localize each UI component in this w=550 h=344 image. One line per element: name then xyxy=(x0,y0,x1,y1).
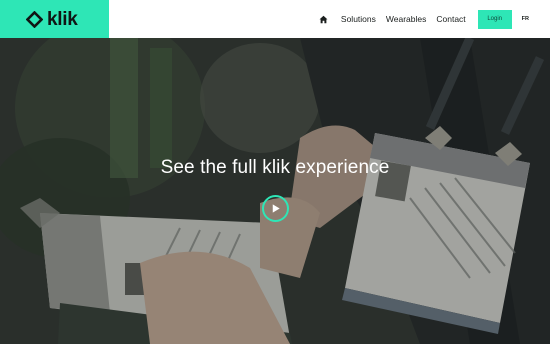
logo-link[interactable]: klik xyxy=(0,0,109,38)
hero-dim-overlay xyxy=(0,38,550,344)
home-icon[interactable] xyxy=(317,12,331,26)
nav-item-solutions[interactable]: Solutions xyxy=(341,14,376,24)
play-icon xyxy=(272,204,280,213)
logo-icon xyxy=(25,10,44,28)
main-nav: Solutions Wearables Contact Login FR xyxy=(317,0,550,38)
hero-headline: See the full klik experience xyxy=(160,157,390,178)
language-switch[interactable]: FR xyxy=(522,16,529,22)
hero-video: See the full klik experience xyxy=(0,38,550,344)
logo-wordmark: klik xyxy=(47,8,78,30)
site-header: klik Solutions Wearables Contact Login F… xyxy=(0,0,550,38)
login-button[interactable]: Login xyxy=(477,9,512,29)
nav-item-contact[interactable]: Contact xyxy=(436,14,465,24)
play-button[interactable] xyxy=(262,195,289,222)
nav-item-wearables[interactable]: Wearables xyxy=(386,14,426,24)
